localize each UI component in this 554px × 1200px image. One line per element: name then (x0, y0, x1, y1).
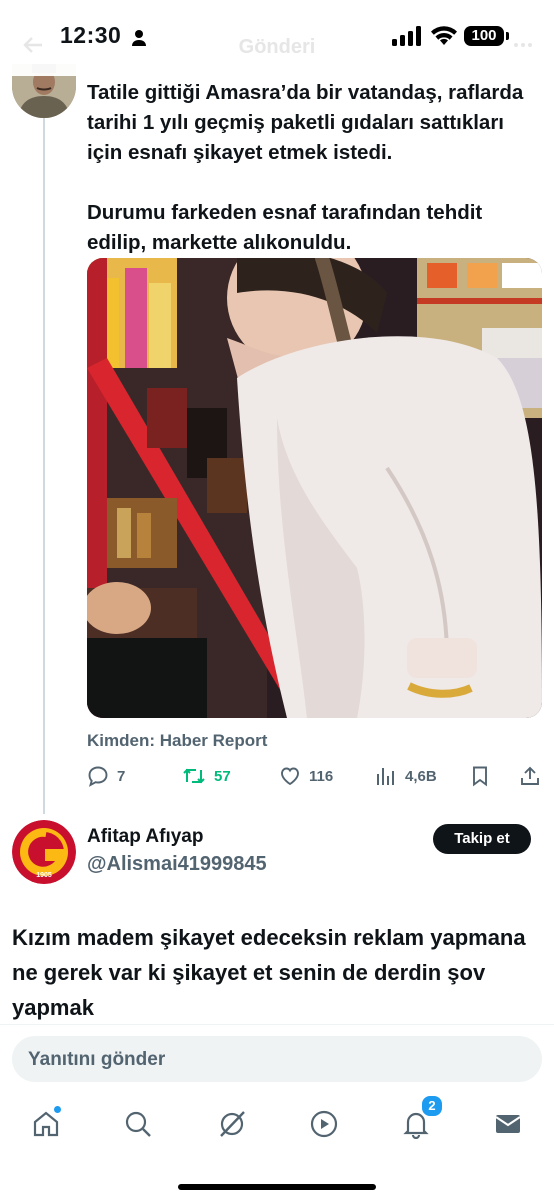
views-icon (377, 768, 394, 785)
retweet-icon (183, 768, 205, 784)
tab-home[interactable] (26, 1104, 66, 1144)
divider (0, 1024, 554, 1025)
tab-grok[interactable] (212, 1104, 252, 1144)
messages-icon (495, 1115, 521, 1133)
tab-messages[interactable] (488, 1104, 528, 1144)
like-action[interactable]: 116 (279, 762, 333, 790)
tab-video[interactable] (304, 1104, 344, 1144)
tab-search[interactable] (118, 1104, 158, 1144)
reply-action[interactable]: 7 (87, 762, 125, 790)
avatar-year: 1905 (36, 872, 52, 879)
more-icon[interactable] (512, 34, 534, 56)
reply-count: 7 (117, 767, 126, 785)
reply-avatar[interactable]: 1905 (12, 820, 76, 884)
battery-tip (506, 32, 509, 40)
clock: 12:30 (60, 22, 122, 48)
tweet-video[interactable] (87, 258, 542, 718)
reply-text: Kızım madem şikayet edeceksin reklam yap… (12, 925, 526, 1020)
tweet-actions: 7 57 116 4,6B (87, 762, 547, 790)
wifi-icon (431, 26, 457, 45)
bookmark-action[interactable] (470, 762, 490, 790)
reply-icon (88, 766, 108, 787)
tweet-text: Tatile gittiği Amasra’da bir vatandaş, r… (87, 81, 524, 254)
reply-author-handle[interactable]: @Alismai41999845 (87, 853, 267, 876)
thread-line (43, 118, 45, 814)
share-icon (521, 766, 539, 785)
grok-icon (220, 1111, 245, 1137)
status-bar: Gönderi 12:30 100 (0, 0, 554, 76)
reply-author-name[interactable]: Afitap Afıyap (87, 826, 203, 848)
reply-input-placeholder: Yanıtını gönder (28, 1049, 166, 1070)
like-count: 116 (309, 767, 334, 785)
views-count: 4,6B (405, 767, 437, 785)
tab-notifications[interactable]: 2 (396, 1094, 444, 1144)
follow-button[interactable]: Takip et (433, 824, 531, 854)
tweet-source[interactable]: Kimden: Haber Report (87, 731, 267, 751)
reply-composer[interactable]: Yanıtını gönder (12, 1036, 542, 1082)
cellular-signal-icon (392, 26, 421, 46)
views-action[interactable]: 4,6B (375, 762, 437, 790)
retweet-count: 57 (214, 767, 231, 785)
share-action[interactable] (519, 762, 541, 790)
battery-level: 100 (464, 26, 504, 46)
home-indicator (178, 1184, 376, 1190)
heart-icon (281, 767, 299, 786)
video-icon (310, 1110, 338, 1138)
search-icon (125, 1111, 151, 1137)
retweet-action[interactable]: 57 (182, 762, 231, 790)
home-unread-dot (54, 1106, 61, 1113)
home-icon (33, 1111, 59, 1137)
person-icon (132, 30, 146, 46)
notifications-badge: 2 (420, 1094, 444, 1118)
bookmark-icon (473, 766, 487, 787)
